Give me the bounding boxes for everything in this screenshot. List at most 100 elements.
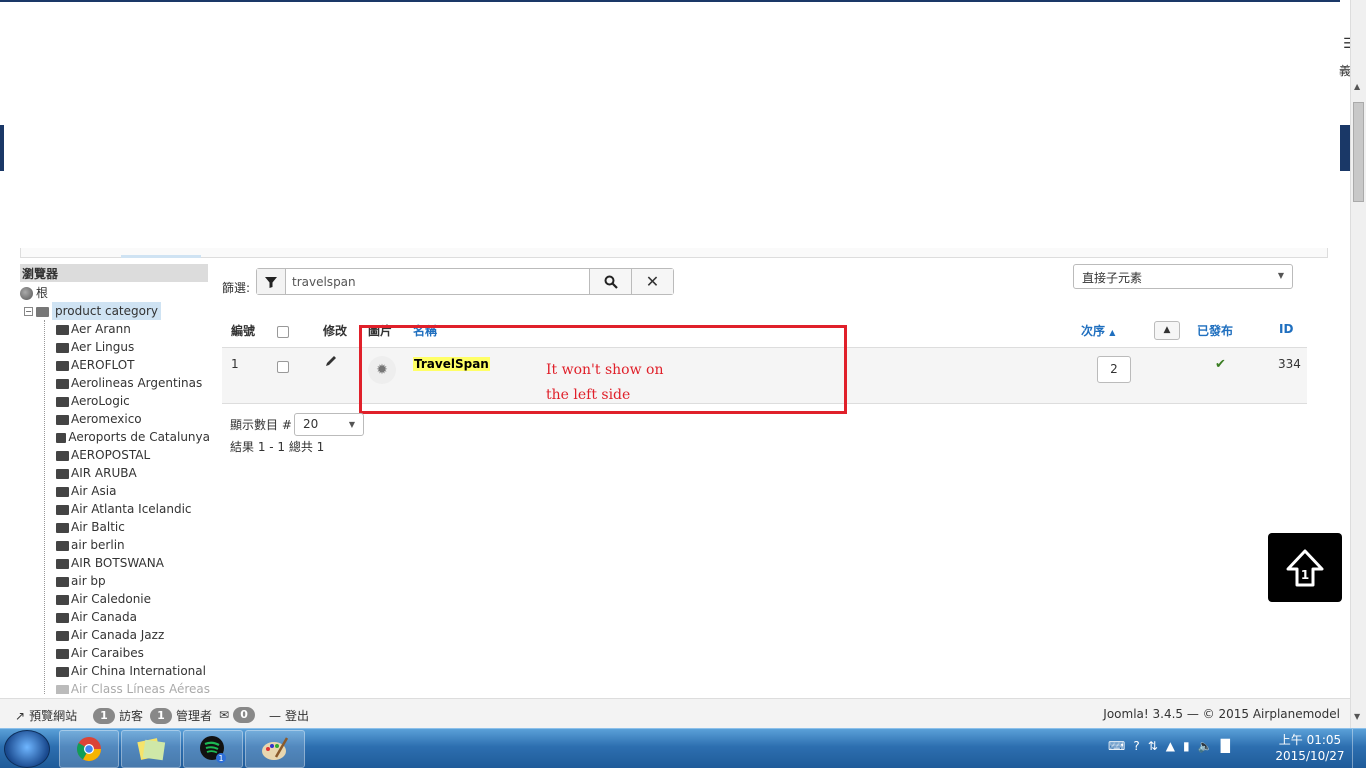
volume-icon[interactable]: 🔈	[1198, 739, 1213, 753]
tree-item[interactable]: Aeroports de Catalunya	[45, 428, 210, 446]
scrollbar-thumb[interactable]	[1353, 102, 1364, 202]
scroll-up-icon[interactable]: ▲	[1354, 82, 1360, 91]
tree-item[interactable]: Air Caledonie	[45, 590, 210, 608]
tree-item-label: air bp	[71, 574, 106, 588]
tree-item[interactable]: AEROFLOT	[45, 356, 210, 374]
tree-item-label: Aeromexico	[71, 412, 142, 426]
header-number[interactable]: 編號	[231, 322, 255, 339]
limit-value: 20	[303, 417, 319, 431]
tree-item[interactable]: Air China International	[45, 662, 210, 680]
messages-status[interactable]: ✉ 0	[219, 707, 256, 723]
tree-item[interactable]: Aeromexico	[45, 410, 210, 428]
annotation-text: It won't show on the left side	[546, 358, 663, 408]
tree-item[interactable]: Air Canada Jazz	[45, 626, 210, 644]
network-switch-icon[interactable]: ⇅	[1148, 739, 1158, 753]
annotation-line-1: It won't show on	[546, 362, 664, 378]
order-input[interactable]: 2	[1097, 356, 1131, 383]
tree-item-label: Air China International	[71, 664, 206, 678]
tree-item-label: Air Caledonie	[71, 592, 152, 606]
tree-item[interactable]: Aerolineas Argentinas	[45, 374, 210, 392]
tree-category[interactable]: − product category	[24, 302, 210, 320]
save-order-button[interactable]: ▲	[1154, 321, 1180, 340]
tree-item-label: Aerolineas Argentinas	[71, 376, 203, 390]
tree-item[interactable]: Aer Arann	[45, 320, 210, 338]
header-order-label: 次序	[1081, 324, 1106, 338]
preview-site-link[interactable]: ↗ 預覽網站	[15, 707, 77, 724]
header-edge-right	[1340, 125, 1350, 171]
battery-icon[interactable]: ▮	[1183, 739, 1190, 753]
search-icon	[604, 275, 618, 289]
tree-item-label: Air Baltic	[71, 520, 125, 534]
scroll-down-icon[interactable]: ▼	[1354, 712, 1360, 721]
help-icon[interactable]: ?	[1133, 739, 1139, 753]
visitors-status[interactable]: 1 訪客	[93, 707, 143, 724]
chevron-down-icon: ▼	[348, 420, 355, 429]
admins-status[interactable]: 1 管理者	[150, 707, 212, 724]
folder-icon	[56, 685, 69, 694]
taskbar-clock[interactable]: 上午 01:05 2015/10/27	[1274, 732, 1346, 764]
header-id[interactable]: ID	[1279, 322, 1293, 336]
header-published[interactable]: 已發布	[1197, 322, 1233, 339]
folder-icon	[56, 451, 69, 461]
tree-item[interactable]: AEROPOSTAL	[45, 446, 210, 464]
spotify-app[interactable]: 1	[183, 730, 243, 768]
show-hidden-icons-arrow[interactable]: ▲	[1166, 739, 1175, 753]
tree-item[interactable]: Air Canada	[45, 608, 210, 626]
keyboard-icon[interactable]: ⌨	[1108, 739, 1125, 753]
tree-item-label: Aeroports de Catalunya	[68, 430, 210, 444]
logout-link[interactable]: — 登出	[269, 707, 309, 724]
tree-category-label[interactable]: product category	[52, 302, 162, 320]
search-button[interactable]	[589, 269, 631, 294]
tree-item[interactable]: air bp	[45, 572, 210, 590]
tree-item-label: Air Class Líneas Aéreas	[70, 682, 210, 694]
edit-icon[interactable]	[324, 354, 338, 371]
folder-icon	[56, 343, 69, 353]
sticky-notes-app[interactable]	[121, 730, 181, 768]
tree-item[interactable]: Air Atlanta Icelandic	[45, 500, 210, 518]
tree-root[interactable]: 根	[20, 284, 210, 302]
tree-item-label: AeroLogic	[71, 394, 130, 408]
paint-app[interactable]	[245, 730, 305, 768]
direct-children-select[interactable]: 直接子元素 ▼	[1073, 264, 1293, 289]
filter-search-input[interactable]	[286, 269, 589, 294]
tree-item[interactable]: air berlin	[45, 536, 210, 554]
row-checkbox[interactable]	[277, 361, 289, 373]
tree-item-label: Air Atlanta Icelandic	[71, 502, 192, 516]
folder-icon	[56, 397, 69, 407]
tree-item-label: Air Canada	[71, 610, 137, 624]
tree-item[interactable]: Air Baltic	[45, 518, 210, 536]
tree-item-label: Air Caraibes	[71, 646, 144, 660]
published-check-icon[interactable]: ✔	[1215, 357, 1226, 372]
folder-icon	[56, 577, 69, 587]
tree-item[interactable]: AIR BOTSWANA	[45, 554, 210, 572]
back-to-top-button[interactable]: 1	[1268, 533, 1342, 602]
tree-root-label: 根	[36, 286, 49, 300]
clear-button[interactable]: ✕	[631, 269, 673, 294]
show-desktop-button[interactable]	[1352, 729, 1366, 769]
limit-select[interactable]: 20 ▼	[294, 413, 364, 436]
envelope-icon: ✉	[219, 708, 230, 722]
tree-item[interactable]: AIR ARUBA	[45, 464, 210, 482]
folder-icon	[56, 523, 69, 533]
start-button[interactable]	[4, 730, 50, 768]
header-order[interactable]: 次序 ▲	[1081, 322, 1115, 339]
version-info: Joomla! 3.4.5 — © 2015 Airplanemodel	[1103, 707, 1340, 721]
tree-item-label: air berlin	[71, 538, 125, 552]
chrome-app[interactable]	[59, 730, 119, 768]
filter-label: 篩選:	[222, 281, 251, 295]
clock-date: 2015/10/27	[1275, 749, 1345, 763]
tree-item[interactable]: AeroLogic	[45, 392, 210, 410]
tree-item[interactable]: Air Caraibes	[45, 644, 210, 662]
collapse-icon[interactable]: −	[24, 306, 33, 316]
annotation-line-2: the left side	[546, 387, 631, 403]
signal-icon[interactable]: █	[1221, 739, 1230, 753]
folder-icon	[56, 595, 69, 605]
admins-badge: 1	[150, 707, 172, 724]
tree-item[interactable]: Air Asia	[45, 482, 210, 500]
select-all-checkbox[interactable]	[277, 326, 289, 338]
tree-item[interactable]: Aer Lingus	[45, 338, 210, 356]
tree-item[interactable]: Air Class Líneas Aéreas	[45, 680, 210, 694]
vertical-scrollbar[interactable]: ▲ ▼	[1350, 0, 1366, 728]
tree-item-label: Air Canada Jazz	[71, 628, 165, 642]
globe-icon	[20, 286, 33, 300]
